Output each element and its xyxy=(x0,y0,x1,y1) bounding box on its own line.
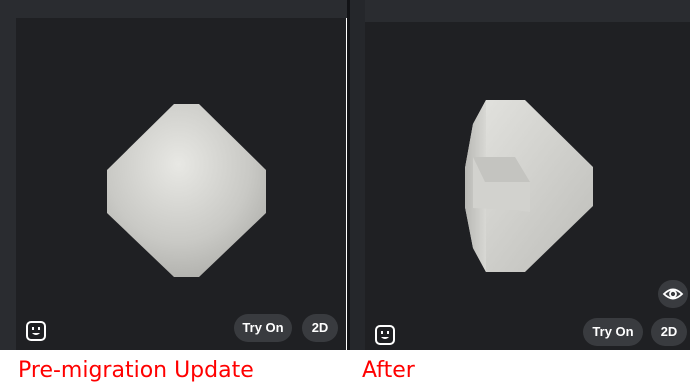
left-strip xyxy=(0,18,16,350)
eye-icon xyxy=(662,288,684,300)
avatar-face-icon[interactable] xyxy=(25,320,47,342)
view-2d-button[interactable]: 2D xyxy=(651,318,687,346)
gutter xyxy=(350,0,365,390)
viewer-panel-after[interactable]: Try On 2D xyxy=(365,22,690,350)
viewer-panel-before[interactable]: Try On 2D xyxy=(16,18,346,350)
diamond-shape xyxy=(107,104,266,277)
top-strip-left xyxy=(0,0,347,18)
view-2d-button[interactable]: 2D xyxy=(302,314,338,342)
visibility-toggle-button[interactable] xyxy=(658,280,688,308)
try-on-button[interactable]: Try On xyxy=(583,318,643,346)
top-strip-right xyxy=(365,0,690,22)
caption-before: Pre-migration Update xyxy=(18,358,254,383)
caption-after: After xyxy=(362,358,415,383)
model-render-before[interactable] xyxy=(16,18,346,350)
model-render-after[interactable] xyxy=(365,22,690,350)
avatar-face-icon[interactable] xyxy=(374,324,396,346)
try-on-button[interactable]: Try On xyxy=(234,314,292,342)
